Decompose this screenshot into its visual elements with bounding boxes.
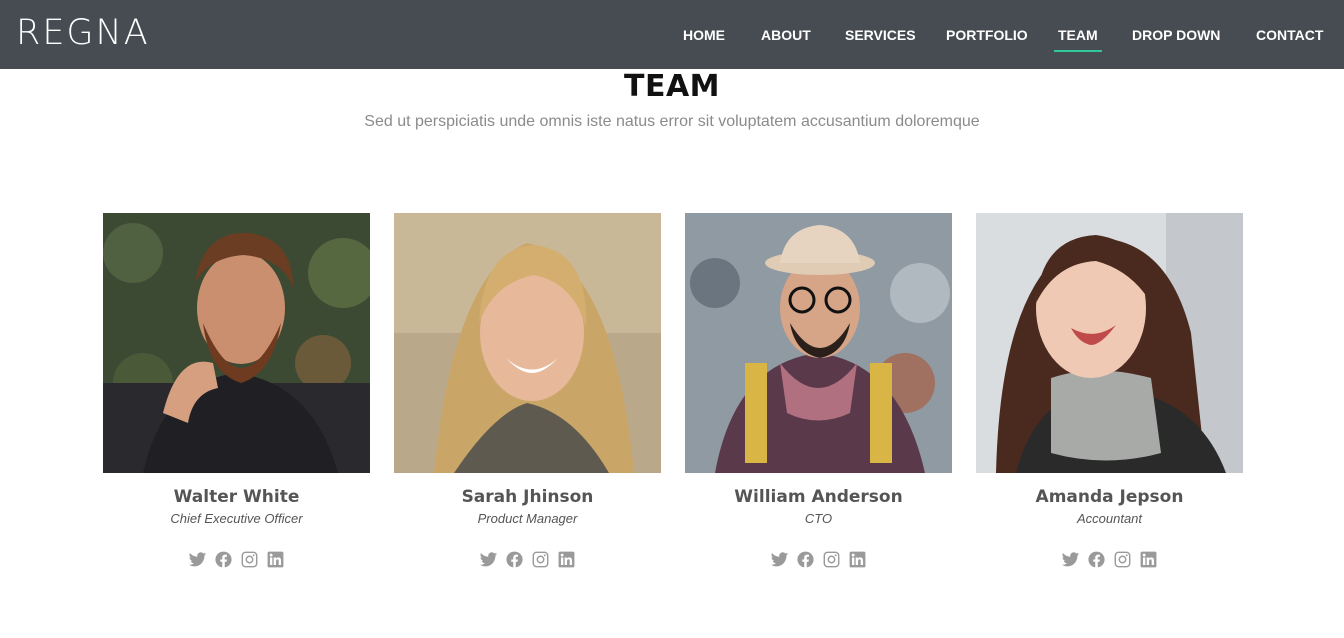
instagram-icon[interactable] [822, 549, 842, 569]
member-social-links [103, 549, 370, 569]
nav-about[interactable]: ABOUT [761, 26, 811, 46]
facebook-icon[interactable] [214, 549, 234, 569]
member-role: Product Manager [477, 511, 578, 526]
nav-team[interactable]: TEAM [1054, 26, 1102, 52]
member-name: Amanda Jepson [1035, 487, 1184, 507]
nav-services[interactable]: SERVICES [845, 26, 916, 46]
facebook-icon[interactable] [1087, 549, 1107, 569]
member-name: Walter White [173, 487, 300, 507]
site-header: REGNA HOME ABOUT SERVICES PORTFOLIO TEAM… [0, 0, 1344, 69]
twitter-icon[interactable] [1061, 549, 1081, 569]
member-name: Sarah Jhinson [461, 487, 594, 507]
instagram-icon[interactable] [531, 549, 551, 569]
facebook-icon[interactable] [505, 549, 525, 569]
nav-portfolio[interactable]: PORTFOLIO [946, 26, 1028, 46]
member-role: Chief Executive Officer [170, 511, 303, 526]
nav-drop-down[interactable]: DROP DOWN [1132, 26, 1220, 46]
member-photo [685, 213, 952, 473]
linkedin-icon[interactable] [1139, 549, 1159, 569]
member-name: William Anderson [734, 487, 903, 507]
twitter-icon[interactable] [770, 549, 790, 569]
member-social-links [394, 549, 661, 569]
member-role: CTO [804, 511, 833, 526]
twitter-icon[interactable] [188, 549, 208, 569]
linkedin-icon[interactable] [557, 549, 577, 569]
linkedin-icon[interactable] [848, 549, 868, 569]
member-social-links [685, 549, 952, 569]
team-member-card: Sarah Jhinson Product Manager [394, 213, 661, 593]
twitter-icon[interactable] [479, 549, 499, 569]
instagram-icon[interactable] [1113, 549, 1133, 569]
instagram-icon[interactable] [240, 549, 260, 569]
member-photo [394, 213, 661, 473]
member-photo [103, 213, 370, 473]
nav-home[interactable]: HOME [683, 26, 725, 46]
site-logo[interactable]: REGNA [16, 11, 150, 55]
member-role: Accountant [1076, 511, 1143, 526]
member-social-links [976, 549, 1243, 569]
linkedin-icon[interactable] [266, 549, 286, 569]
team-member-card: Amanda Jepson Accountant [976, 213, 1243, 593]
facebook-icon[interactable] [796, 549, 816, 569]
team-member-card: William Anderson CTO [685, 213, 952, 593]
section-subtitle: Sed ut perspiciatis unde omnis iste natu… [364, 113, 980, 130]
nav-contact[interactable]: CONTACT [1256, 26, 1323, 46]
section-title: TEAM [623, 69, 721, 104]
member-photo [976, 213, 1243, 473]
team-member-card: Walter White Chief Executive Officer [103, 213, 370, 593]
